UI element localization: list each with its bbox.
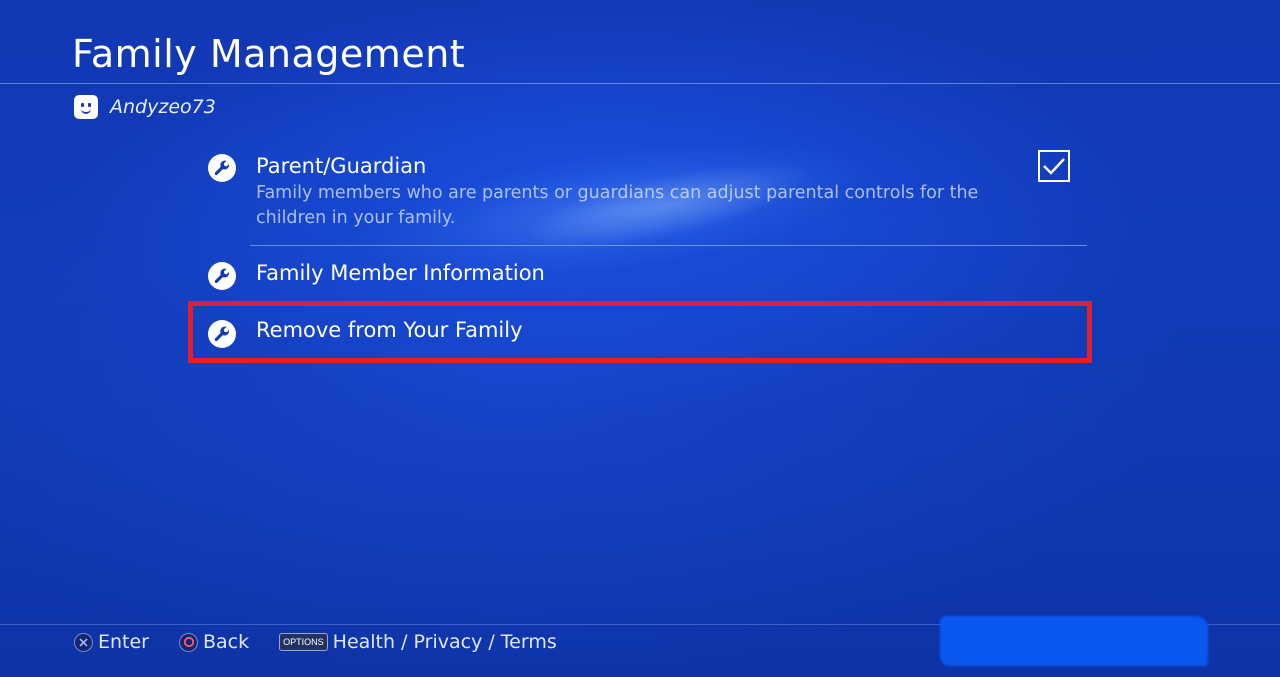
menu-item-label: Parent/Guardian [256,154,427,178]
menu-item-remove-from-family[interactable]: Remove from Your Family [188,301,1092,363]
menu-item-family-member-information[interactable]: Family Member Information [190,258,1090,298]
wrench-icon [208,262,236,290]
username: Andyzeo73 [110,96,216,118]
options-hint[interactable]: OPTIONS Health / Privacy / Terms [279,631,557,653]
options-button-icon: OPTIONS [279,633,328,651]
enter-label: Enter [98,631,149,653]
redacted-area [940,616,1208,666]
cross-button-icon [74,632,93,652]
menu-item-label: Remove from Your Family [256,318,523,342]
circle-button-icon [179,632,198,652]
back-hint[interactable]: Back [179,631,249,653]
checkmark-icon [1043,158,1065,175]
wrench-icon [208,154,236,182]
button-guide: Enter Back OPTIONS Health / Privacy / Te… [74,629,587,655]
title-divider [0,83,1280,84]
enter-hint[interactable]: Enter [74,631,149,653]
parent-guardian-checkbox[interactable] [1038,150,1070,182]
menu-item-description: Family members who are parents or guardi… [256,183,979,228]
menu-item-parent-guardian[interactable]: Parent/Guardian Family members who are p… [190,150,1090,246]
user-row: Andyzeo73 [74,94,216,120]
options-label: Health / Privacy / Terms [332,631,557,653]
avatar-icon [74,95,98,119]
menu-divider [250,245,1087,246]
wrench-icon [208,320,236,348]
back-label: Back [203,631,250,653]
menu-item-label: Family Member Information [256,261,545,285]
page-title: Family Management [72,32,466,76]
